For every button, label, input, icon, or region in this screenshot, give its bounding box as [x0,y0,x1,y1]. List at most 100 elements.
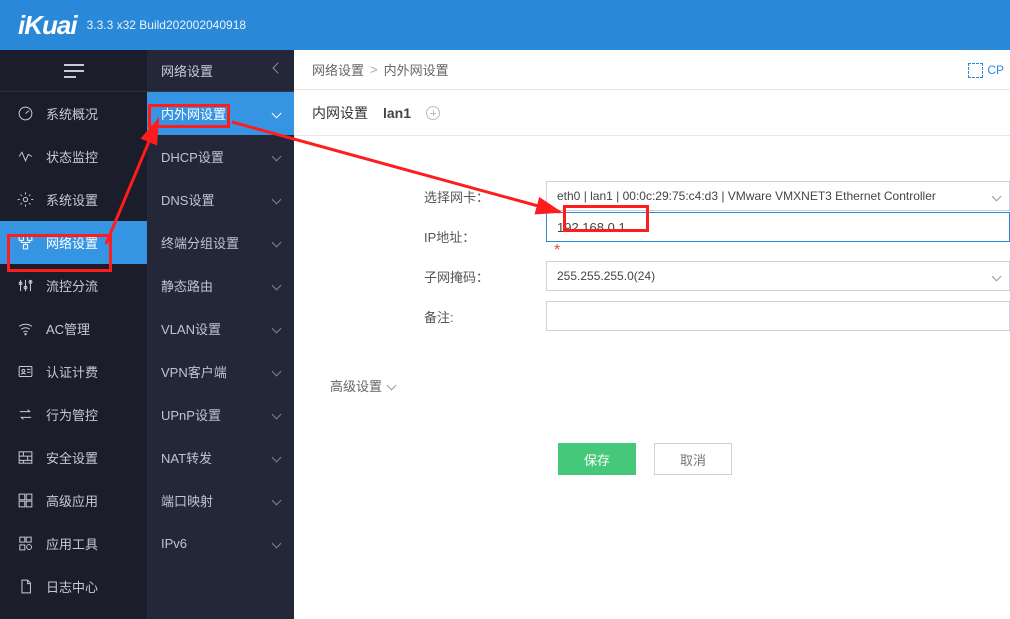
doc-icon [16,578,34,596]
subnav-item-label: 内外网设置 [161,104,226,123]
ip-label: IP地址： [294,227,546,246]
nav-item-gauge[interactable]: 系统概况 [0,92,147,135]
lan-form: 选择网卡： eth0 | lan1 | 00:0c:29:75:c4:d3 | … [294,136,1010,475]
tab-lan-label[interactable]: 内网设置 [312,103,368,123]
cancel-button[interactable]: 取消 [654,443,732,475]
ip-input[interactable] [546,212,1010,242]
nav-item-net[interactable]: 网络设置 [0,221,147,264]
cpu-icon [968,63,983,78]
nav-item-app[interactable]: 高级应用 [0,479,147,522]
tab-bar: 内网设置 lan1 [294,90,1010,136]
nav-item-doc[interactable]: 日志中心 [0,565,147,608]
subnav-item-7[interactable]: UPnP设置 [147,393,294,436]
tab-lan-iface[interactable]: lan1 [383,105,411,121]
subnav-item-10[interactable]: IPv6 [147,522,294,565]
nav-item-label: 应用工具 [46,534,98,553]
advanced-toggle[interactable]: 高级设置 [330,376,1010,395]
subnav-item-2[interactable]: DNS设置 [147,178,294,221]
breadcrumb: 网络设置 > 内外网设置 CP [294,50,1010,90]
chevron-down-icon [272,281,282,291]
nav-item-swap[interactable]: 行为管控 [0,393,147,436]
subnav-item-label: DHCP设置 [161,147,224,166]
wave-icon [16,148,34,166]
note-input[interactable] [546,301,1010,331]
subnav-item-6[interactable]: VPN客户端 [147,350,294,393]
subnav-item-label: IPv6 [161,536,187,551]
idcard-icon [16,363,34,381]
cpu-label: CP [987,63,1004,77]
nav-item-wave[interactable]: 状态监控 [0,135,147,178]
nav-item-label: 流控分流 [46,276,98,295]
subnav-item-1[interactable]: DHCP设置 [147,135,294,178]
version-text: 3.3.3 x32 Build202002040918 [87,18,246,32]
subnav-item-5[interactable]: VLAN设置 [147,307,294,350]
main-panel: 网络设置 > 内外网设置 CP 内网设置 lan1 选择网卡： eth0 | l… [294,50,1010,619]
subnav-item-0[interactable]: 内外网设置 [147,92,294,135]
wifi-icon [16,320,34,338]
subnav-item-label: 终端分组设置 [161,233,239,252]
subnav-item-3[interactable]: 终端分组设置 [147,221,294,264]
secondary-nav-title[interactable]: 网络设置 [147,50,294,92]
nav-item-label: 状态监控 [46,147,98,166]
chevron-down-icon [272,324,282,334]
chevron-down-icon [272,410,282,420]
chevron-down-icon [387,381,397,391]
chevron-down-icon [272,109,282,119]
firewall-icon [16,449,34,467]
save-button[interactable]: 保存 [558,443,636,475]
nav-item-label: AC管理 [46,319,90,338]
primary-nav: 系统概况状态监控系统设置网络设置流控分流 AC管理认证计费行为管控安全设置高级应用… [0,50,147,619]
nav-item-label: 系统设置 [46,190,98,209]
secondary-nav: 网络设置 内外网设置 DHCP设置 DNS设置终端分组设置静态路由 VLAN设置 VPN… [147,50,294,619]
nic-select[interactable]: eth0 | lan1 | 00:0c:29:75:c4:d3 | VMware… [546,181,1010,211]
nav-item-label: 系统概况 [46,104,98,123]
app-icon [16,492,34,510]
nic-label: 选择网卡： [294,187,546,206]
nav-item-label: 高级应用 [46,491,98,510]
tool-icon [16,535,34,553]
subnav-item-label: NAT转发 [161,448,212,467]
nav-item-idcard[interactable]: 认证计费 [0,350,147,393]
chevron-left-icon [272,62,283,73]
subnav-item-label: VLAN设置 [161,319,221,338]
chevron-down-icon [272,496,282,506]
menu-icon [64,64,84,78]
required-mark: * [554,242,560,259]
brand-logo: iKuai [18,10,77,41]
nav-item-label: 认证计费 [46,362,98,381]
mask-select[interactable]: 255.255.255.0(24) [546,261,1010,291]
chevron-down-icon [272,195,282,205]
swap-icon [16,406,34,424]
advanced-label: 高级设置 [330,376,382,395]
nav-item-wifi[interactable]: AC管理 [0,307,147,350]
collapse-button[interactable] [0,50,147,92]
nav-item-label: 网络设置 [46,233,98,252]
sliders-icon [16,277,34,295]
add-tab-icon[interactable] [426,106,440,120]
nav-item-gear[interactable]: 系统设置 [0,178,147,221]
note-label: 备注: [294,307,546,326]
nav-item-sliders[interactable]: 流控分流 [0,264,147,307]
cpu-indicator[interactable]: CP [968,50,1004,90]
subnav-item-label: 端口映射 [161,491,213,510]
subnav-item-label: DNS设置 [161,190,214,209]
nav-item-label: 行为管控 [46,405,98,424]
nav-item-label: 安全设置 [46,448,98,467]
nav-item-firewall[interactable]: 安全设置 [0,436,147,479]
topbar: iKuai 3.3.3 x32 Build202002040918 [0,0,1010,50]
secondary-nav-title-text: 网络设置 [161,61,213,80]
gear-icon [16,191,34,209]
nav-item-tool[interactable]: 应用工具 [0,522,147,565]
subnav-item-9[interactable]: 端口映射 [147,479,294,522]
subnav-item-4[interactable]: 静态路由 [147,264,294,307]
chevron-down-icon [272,539,282,549]
chevron-down-icon [272,367,282,377]
chevron-down-icon [272,453,282,463]
subnav-item-8[interactable]: NAT转发 [147,436,294,479]
mask-label: 子网掩码： [294,267,546,286]
subnav-item-label: VPN客户端 [161,362,227,381]
net-icon [16,234,34,252]
chevron-down-icon [272,238,282,248]
breadcrumb-root[interactable]: 网络设置 [312,60,364,79]
subnav-item-label: UPnP设置 [161,405,221,424]
